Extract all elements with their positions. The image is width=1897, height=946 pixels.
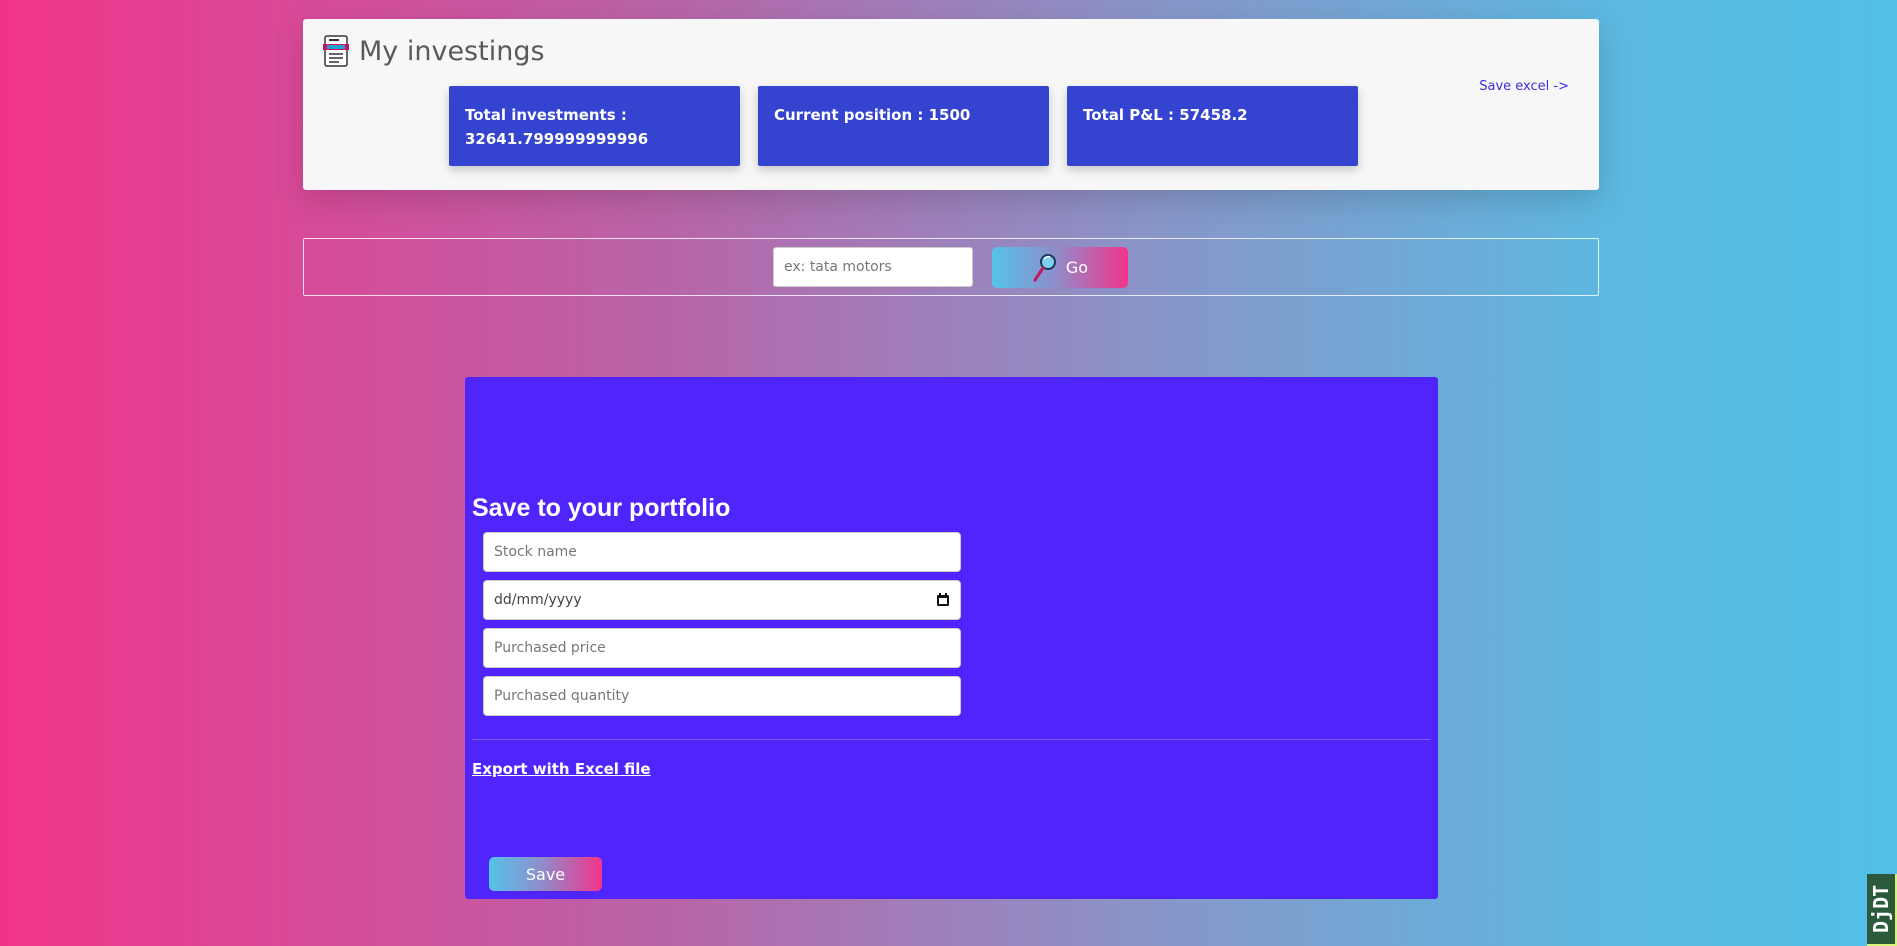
search-bar: Go <box>303 238 1599 296</box>
divider <box>472 739 1430 740</box>
portfolio-panel: Save to your portfolio dd/mm/yyyy Export… <box>465 377 1438 899</box>
current-position-card: Current position : 1500 <box>758 86 1049 166</box>
page-title: My investings <box>359 35 545 67</box>
stock-name-input[interactable] <box>483 532 961 572</box>
debug-toolbar-handle[interactable]: DjDT <box>1867 874 1897 946</box>
export-excel-link[interactable]: Export with Excel file <box>472 760 651 778</box>
document-icon <box>323 35 349 67</box>
go-button[interactable]: Go <box>992 247 1128 288</box>
header-title-row: My investings <box>323 35 545 67</box>
date-placeholder: dd/mm/yyyy <box>494 592 582 608</box>
save-button[interactable]: Save <box>489 857 602 891</box>
header-card: My investings Save excel -> Total invest… <box>303 19 1599 190</box>
portfolio-title: Save to your portfolio <box>472 494 731 522</box>
search-input[interactable] <box>773 247 973 287</box>
go-button-label: Go <box>1065 258 1089 277</box>
total-pnl-card: Total P&L : 57458.2 <box>1067 86 1358 166</box>
total-investments-card: Total investments : 32641.799999999996 <box>449 86 740 166</box>
purchased-quantity-input[interactable] <box>483 676 961 716</box>
calendar-icon[interactable] <box>936 593 950 607</box>
purchased-price-input[interactable] <box>483 628 961 668</box>
purchase-date-input[interactable]: dd/mm/yyyy <box>483 580 961 620</box>
magnifier-icon <box>1033 253 1056 281</box>
save-excel-link[interactable]: Save excel -> <box>1479 79 1569 94</box>
